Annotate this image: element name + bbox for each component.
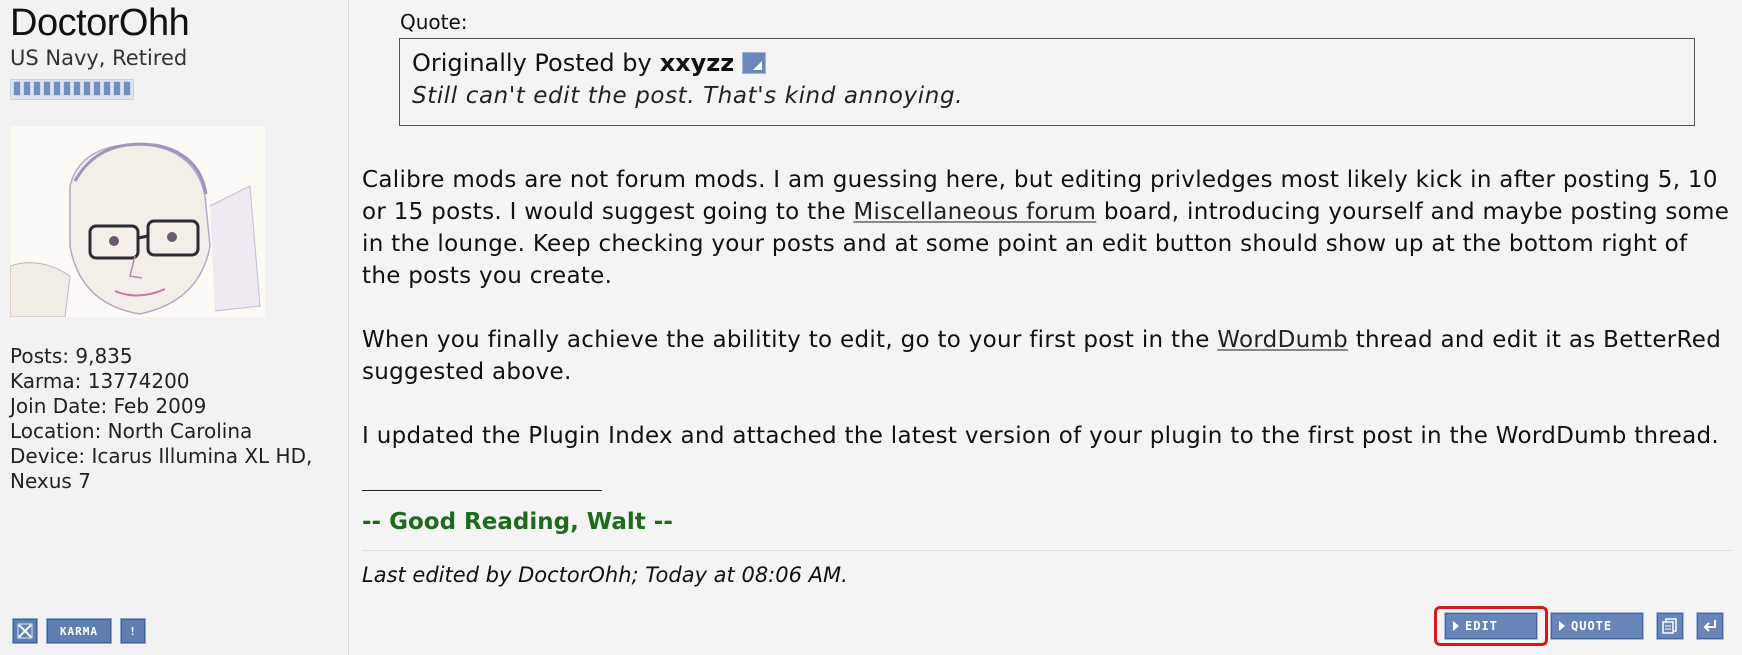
- play-icon: [1559, 621, 1565, 631]
- signature: -- Good Reading, Walt --: [362, 509, 673, 535]
- reply-arrow-icon: [1703, 620, 1716, 632]
- reputation-bar: [10, 79, 134, 100]
- reputation-pip: [103, 81, 111, 96]
- avatar: [10, 126, 265, 317]
- edit-button-wrap: EDIT: [1434, 606, 1548, 646]
- quote-label: Quote:: [400, 10, 468, 34]
- stat-device-cont: Nexus 7: [10, 469, 91, 493]
- post-paragraph: When you finally achieve the abilitity t…: [362, 324, 1732, 388]
- reputation-pip: [123, 81, 131, 96]
- reputation-pip: [63, 81, 71, 96]
- post-body: Calibre mods are not forum mods. I am gu…: [362, 164, 1732, 484]
- reputation-pip: [13, 81, 21, 96]
- user-title: US Navy, Retired: [10, 46, 188, 70]
- worddumb-link[interactable]: WordDumb: [1217, 327, 1348, 353]
- karma-button[interactable]: KARMA: [46, 618, 112, 644]
- cross-icon: [17, 623, 33, 639]
- username[interactable]: DoctorOhh: [10, 2, 190, 45]
- miscellaneous-forum-link[interactable]: Miscellaneous forum: [853, 199, 1096, 225]
- stat-karma: Karma: 13774200: [10, 369, 190, 393]
- reputation-pip: [113, 81, 121, 96]
- edit-highlight: [1434, 606, 1548, 646]
- reputation-pip: [43, 81, 51, 96]
- stat-location: Location: North Carolina: [10, 419, 253, 443]
- stat-device: Device: Icarus Illumina XL HD,: [10, 444, 313, 468]
- reputation-pip: [53, 81, 61, 96]
- user-action-buttons: KARMA !: [12, 618, 146, 644]
- quote-author: xxyzz: [659, 49, 735, 77]
- post-action-buttons: EDIT QUOTE: [1434, 606, 1724, 646]
- ignore-user-button[interactable]: [12, 618, 38, 644]
- quote-originally-posted: Originally Posted by: [412, 49, 652, 77]
- last-edited-time: Today at 08:06 AM.: [645, 563, 848, 587]
- quote-header: Originally Posted by xxyzz: [412, 49, 1682, 77]
- edit-separator: [362, 550, 1732, 551]
- quote-button[interactable]: QUOTE: [1550, 612, 1644, 640]
- last-edited-by: Last edited by DoctorOhh;: [362, 563, 639, 587]
- quote-text: Still can't edit the post. That's kind a…: [412, 83, 964, 109]
- multi-quote-button[interactable]: [1656, 612, 1684, 640]
- signature-divider: [362, 490, 602, 491]
- last-edited-note: Last edited by DoctorOhh; Today at 08:06…: [362, 563, 848, 587]
- stat-posts: Posts: 9,835: [10, 344, 133, 368]
- post-paragraph: Calibre mods are not forum mods. I am gu…: [362, 164, 1732, 292]
- reputation-pip: [23, 81, 31, 96]
- report-button[interactable]: !: [120, 618, 146, 644]
- user-stats: Posts: 9,835 Karma: 13774200 Join Date: …: [10, 344, 312, 494]
- post-content: Quote: Originally Posted by xxyzz Still …: [362, 0, 1732, 655]
- reputation-pip: [73, 81, 81, 96]
- multi-quote-icon: [1662, 618, 1677, 634]
- reputation-pip: [83, 81, 91, 96]
- post-paragraph: I updated the Plugin Index and attached …: [362, 423, 1720, 449]
- view-post-icon[interactable]: [742, 52, 767, 74]
- quick-reply-button[interactable]: [1696, 612, 1724, 640]
- post-text: When you finally achieve the abilitity t…: [362, 327, 1218, 353]
- reputation-pip: [33, 81, 41, 96]
- quote-button-label: QUOTE: [1571, 619, 1613, 633]
- quote-box: Originally Posted by xxyzz Still can't e…: [399, 38, 1695, 126]
- stat-join-date: Join Date: Feb 2009: [10, 394, 207, 418]
- user-info-panel: DoctorOhh US Navy, Retired Posts: 9,835 …: [0, 0, 349, 655]
- reputation-pip: [93, 81, 101, 96]
